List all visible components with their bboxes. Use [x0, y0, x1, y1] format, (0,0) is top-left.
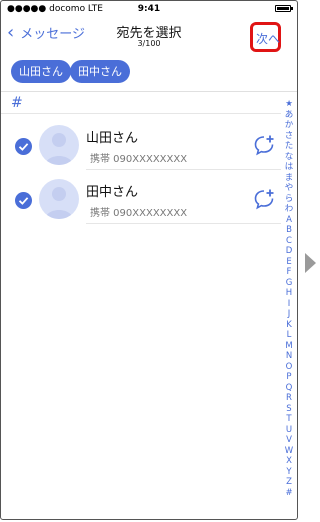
avatar [39, 125, 79, 165]
contact-phone: 携帯 090XXXXXXXX [90, 154, 188, 165]
index-letter[interactable]: J [283, 309, 295, 320]
alphabet-index[interactable]: ★ あかさたなはまやらわ A B C D E F G H I J K L M N O P Q R S T U V W X Y Z # [283, 99, 295, 498]
index-letter[interactable]: G [283, 278, 295, 289]
next-button[interactable]: 次へ [250, 22, 281, 52]
contact-name: 山田さん [86, 131, 139, 146]
next-label: 次へ [256, 32, 281, 46]
next-arrow-icon [305, 253, 316, 273]
divider [86, 169, 281, 170]
index-letter[interactable]: S [283, 404, 295, 415]
index-letter[interactable]: ら [283, 194, 295, 205]
index-letter[interactable]: M [283, 341, 295, 352]
avatar [39, 179, 79, 219]
selected-chips: 山田さん 田中さん [1, 57, 297, 92]
index-letter[interactable]: W [283, 446, 295, 457]
index-letter[interactable]: や [283, 183, 295, 194]
index-letter[interactable]: B [283, 225, 295, 236]
index-letter[interactable]: な [283, 152, 295, 163]
add-chat-icon[interactable] [253, 134, 275, 156]
index-letter[interactable]: I [283, 299, 295, 310]
chip-tanaka[interactable]: 田中さん [70, 60, 130, 83]
contact-row[interactable]: 田中さん 携帯 090XXXXXXXX [1, 177, 281, 233]
index-letter[interactable]: L [283, 330, 295, 341]
index-letter[interactable]: # [283, 488, 295, 499]
index-letter[interactable]: H [283, 288, 295, 299]
index-letter[interactable]: あ [283, 110, 295, 121]
divider [86, 223, 281, 224]
contact-row[interactable]: 山田さん 携帯 090XXXXXXXX [1, 123, 281, 179]
index-letter[interactable]: か [283, 120, 295, 131]
index-letter[interactable]: N [283, 351, 295, 362]
index-letter[interactable]: O [283, 362, 295, 373]
index-letter[interactable]: ま [283, 173, 295, 184]
index-letter[interactable]: は [283, 162, 295, 173]
index-letter[interactable]: D [283, 246, 295, 257]
battery-icon [275, 5, 293, 12]
index-letter[interactable]: ★ [283, 99, 295, 110]
index-letter[interactable]: T [283, 414, 295, 425]
section-header: # [11, 95, 23, 111]
add-chat-icon[interactable] [253, 188, 275, 210]
index-letter[interactable]: F [283, 267, 295, 278]
phone-frame: ●●●●● docomo LTE 9:41 ‹ メッセージ 宛先を選択 3/10… [0, 0, 298, 520]
index-letter[interactable]: P [283, 372, 295, 383]
index-letter[interactable]: さ [283, 131, 295, 142]
index-letter[interactable]: C [283, 236, 295, 247]
index-letter[interactable]: E [283, 257, 295, 268]
chip-yamada[interactable]: 山田さん [11, 60, 71, 83]
checkmark-icon[interactable] [15, 192, 32, 209]
index-letter[interactable]: た [283, 141, 295, 152]
contact-name: 田中さん [86, 185, 139, 200]
index-letter[interactable]: V [283, 435, 295, 446]
status-time: 9:41 [137, 4, 161, 14]
checkmark-icon[interactable] [15, 138, 32, 155]
index-letter[interactable]: Z [283, 477, 295, 488]
index-letter[interactable]: R [283, 393, 295, 404]
index-letter[interactable]: K [283, 320, 295, 331]
index-letter[interactable]: わ [283, 204, 295, 215]
nav-bar: ‹ メッセージ 宛先を選択 3/100 次へ [1, 15, 297, 53]
index-letter[interactable]: Y [283, 467, 295, 478]
status-bar: ●●●●● docomo LTE 9:41 [1, 1, 297, 15]
index-letter[interactable]: U [283, 425, 295, 436]
index-letter[interactable]: Q [283, 383, 295, 394]
index-letter[interactable]: A [283, 215, 295, 226]
contact-phone: 携帯 090XXXXXXXX [90, 208, 188, 219]
index-letter[interactable]: X [283, 456, 295, 467]
divider [1, 113, 281, 114]
